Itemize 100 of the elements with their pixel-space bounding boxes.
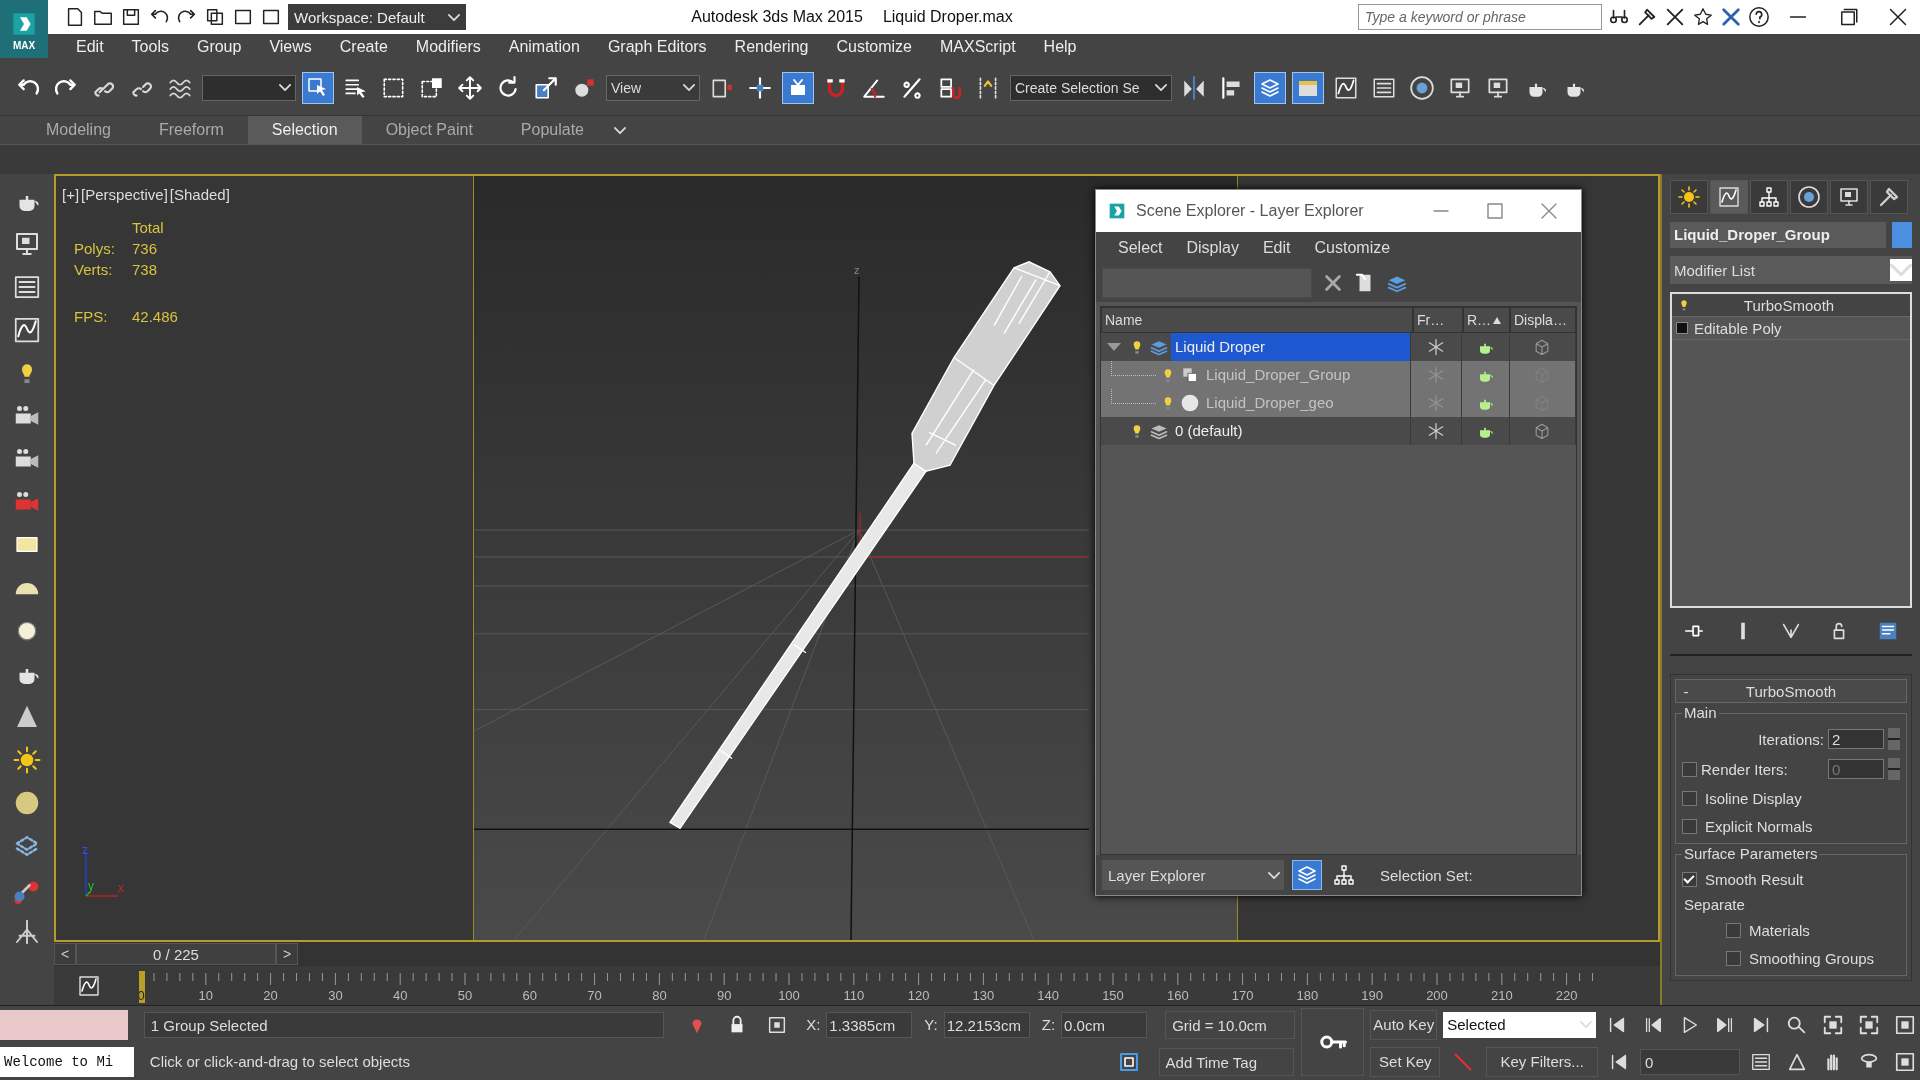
menu-item[interactable]: Display bbox=[1174, 239, 1251, 257]
zoom-extents-icon[interactable] bbox=[1822, 1013, 1845, 1036]
hierarchy-icon bbox=[1757, 185, 1781, 209]
stack-item[interactable]: TurboSmooth bbox=[1672, 294, 1910, 317]
dropdown[interactable]: View bbox=[606, 74, 700, 101]
checkbox[interactable] bbox=[1682, 790, 1697, 806]
column-header[interactable]: Displa… bbox=[1510, 307, 1576, 333]
layer-name[interactable]: Liquid Droper bbox=[1171, 333, 1411, 361]
menu-item[interactable]: MAXScript bbox=[926, 38, 1030, 56]
create-tab[interactable] bbox=[1670, 180, 1708, 214]
maximize-viewport-icon[interactable] bbox=[1894, 1013, 1917, 1036]
scene-explorer-icon[interactable] bbox=[1292, 71, 1324, 104]
add-time-tag[interactable]: Add Time Tag bbox=[1158, 1047, 1295, 1076]
previous-frame-button[interactable]: < bbox=[54, 943, 76, 965]
auto-key-button[interactable]: Auto Key bbox=[1370, 1009, 1438, 1040]
search-field[interactable]: Type a keyword or phrase bbox=[1358, 4, 1602, 30]
wrench-icon[interactable] bbox=[1636, 6, 1658, 28]
save-icon[interactable] bbox=[120, 6, 142, 28]
clear-icon[interactable] bbox=[1322, 272, 1344, 294]
set-key-button[interactable]: Set Key bbox=[1370, 1046, 1441, 1077]
modifier-list-dropdown[interactable]: Modifier List bbox=[1670, 256, 1912, 284]
current-frame-field[interactable]: 0 bbox=[1640, 1048, 1740, 1075]
sun-icon[interactable] bbox=[12, 745, 42, 775]
menu-item[interactable]: Edit bbox=[62, 38, 118, 56]
display-tab[interactable] bbox=[1830, 180, 1868, 214]
menu-item[interactable]: Customize bbox=[1302, 239, 1403, 257]
column-header[interactable]: Fr… bbox=[1413, 307, 1463, 333]
spinner-arrows-icon[interactable] bbox=[1888, 728, 1900, 750]
menu-item[interactable]: Edit bbox=[1250, 239, 1303, 257]
frame-number: 30 bbox=[328, 987, 343, 1003]
menu-item[interactable]: Modifiers bbox=[401, 38, 495, 56]
checkbox[interactable] bbox=[1682, 761, 1697, 777]
object-color-swatch[interactable] bbox=[1892, 222, 1912, 248]
object-name-field[interactable]: Liquid_Droper_Group bbox=[1670, 222, 1886, 248]
explorer-mode-dropdown[interactable]: Layer Explorer bbox=[1102, 860, 1284, 890]
hierarchy-tab[interactable] bbox=[1750, 180, 1788, 214]
set-key-button[interactable] bbox=[1301, 1007, 1365, 1076]
spinner-arrows-icon[interactable] bbox=[1888, 758, 1900, 780]
ribbon-tab[interactable]: Populate bbox=[496, 116, 608, 144]
maximize-toggle-icon[interactable] bbox=[1894, 1050, 1916, 1073]
menu-item[interactable]: Rendering bbox=[720, 38, 823, 56]
layers-icon[interactable] bbox=[1292, 860, 1322, 890]
ribbon-tab[interactable]: Selection bbox=[247, 116, 362, 144]
checkbox[interactable] bbox=[1682, 871, 1697, 887]
menu-item[interactable]: Animation bbox=[494, 38, 594, 56]
menu-item[interactable]: Tools bbox=[117, 38, 183, 56]
stack-item[interactable]: Editable Poly bbox=[1672, 317, 1910, 340]
next-frame-button[interactable]: > bbox=[276, 943, 298, 965]
time-slider-thumb[interactable]: < 0 / 225 > bbox=[54, 943, 298, 965]
frame-number: 110 bbox=[843, 987, 865, 1003]
star-icon[interactable] bbox=[1692, 6, 1714, 28]
frame-number: 120 bbox=[907, 987, 930, 1003]
x-coordinate-field[interactable]: 1.3385cm bbox=[826, 1011, 913, 1038]
ribbon-options-icon[interactable] bbox=[614, 126, 626, 134]
checkbox[interactable] bbox=[1726, 922, 1741, 938]
tree-connector bbox=[1111, 360, 1156, 376]
maxscript-input[interactable] bbox=[0, 1009, 128, 1040]
table-icon[interactable] bbox=[12, 315, 42, 345]
expand-icon[interactable] bbox=[1676, 322, 1688, 334]
axis-tripod-drawing: z y x bbox=[68, 846, 128, 906]
y-coordinate-field[interactable]: 12.2153cm bbox=[943, 1011, 1030, 1038]
x-icon[interactable] bbox=[1720, 6, 1742, 28]
utilities-tab[interactable] bbox=[1870, 180, 1908, 214]
modify-tab[interactable] bbox=[1710, 180, 1748, 214]
key-filters-button[interactable]: Key Filters... bbox=[1486, 1046, 1599, 1077]
key-mode-dropdown[interactable]: Selected bbox=[1443, 1011, 1597, 1038]
project-icon[interactable] bbox=[204, 6, 226, 28]
maxscript-output: Welcome to Mi bbox=[0, 1046, 134, 1077]
menu-item[interactable]: Customize bbox=[822, 38, 926, 56]
time-slider-track[interactable]: < 0 / 225 > bbox=[54, 942, 1660, 966]
dropdown[interactable] bbox=[202, 74, 296, 101]
ribbon-tab[interactable]: Modeling bbox=[22, 116, 135, 144]
z-coordinate-field[interactable]: 0.0cm bbox=[1061, 1011, 1148, 1038]
checkbox[interactable] bbox=[1726, 950, 1741, 966]
viewport-label[interactable]: [+] bbox=[62, 186, 80, 203]
ribbon-tab[interactable]: Freeform bbox=[134, 116, 248, 144]
dropdown[interactable]: Create Selection Se bbox=[1010, 74, 1172, 101]
menu-item[interactable]: Graph Editors bbox=[593, 38, 721, 56]
iterations-spinner[interactable]: 2 bbox=[1828, 729, 1884, 749]
menu-item[interactable]: Group bbox=[182, 38, 256, 56]
checkbox[interactable] bbox=[1682, 818, 1697, 834]
ribbon-tab[interactable]: Object Paint bbox=[361, 116, 497, 144]
viewport-label[interactable]: [Shaded] bbox=[169, 186, 230, 203]
menu-item[interactable]: Help bbox=[1029, 38, 1091, 56]
app-menu-button[interactable]: MAX bbox=[0, 0, 48, 58]
zoom-all-icon[interactable] bbox=[1858, 1013, 1881, 1036]
rollout-header[interactable]: - TurboSmooth bbox=[1675, 679, 1907, 703]
crossed-tools-icon[interactable] bbox=[1664, 6, 1686, 28]
viewport-label[interactable]: [Perspective] bbox=[81, 186, 168, 203]
menu-item[interactable]: Select bbox=[1106, 239, 1175, 257]
layers-icon[interactable] bbox=[1254, 71, 1286, 104]
column-header[interactable]: Name bbox=[1101, 307, 1413, 333]
select-cursor-icon[interactable] bbox=[302, 71, 334, 104]
menu-item[interactable]: Views bbox=[255, 38, 326, 56]
menu-item[interactable]: Create bbox=[325, 38, 402, 56]
time-slider-thumb[interactable] bbox=[139, 970, 145, 1003]
help-icon[interactable] bbox=[1748, 6, 1770, 28]
separate-label: Separate bbox=[1683, 896, 1746, 913]
motion-tab[interactable] bbox=[1790, 180, 1828, 214]
workspace-dropdown[interactable]: Workspace: Default bbox=[288, 4, 466, 30]
